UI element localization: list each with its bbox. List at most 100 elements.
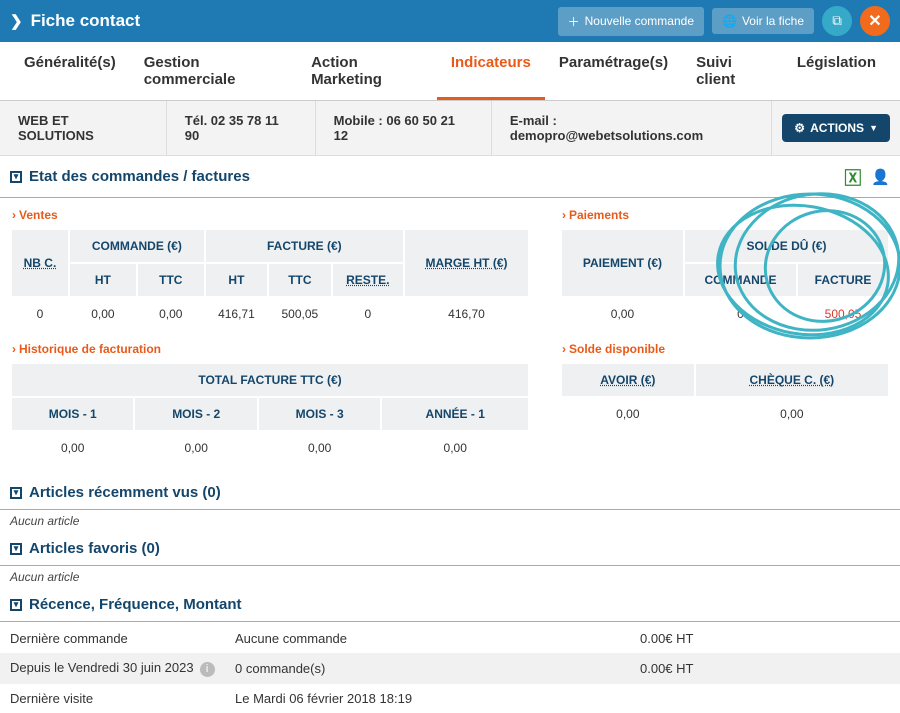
section-orders-title: ▾ Etat des commandes / factures 🅇 👤 xyxy=(0,156,900,198)
tab-marketing[interactable]: Action Marketing xyxy=(297,42,437,100)
paiements-table: PAIEMENT (€) SOLDE DÛ (€) COMMANDE FACTU… xyxy=(560,228,890,332)
tab-general[interactable]: Généralité(s) xyxy=(10,42,130,100)
table-row: 0,00 0,00 xyxy=(561,397,889,431)
section-rfm-title: ▾ Récence, Fréquence, Montant xyxy=(0,588,900,622)
recent-empty: Aucun article xyxy=(0,510,900,532)
col-a1: ANNÉE - 1 xyxy=(381,397,529,431)
col-reste: RESTE. xyxy=(332,263,404,297)
ventes-title: ›Ventes xyxy=(10,202,530,228)
cell-m2: 0,00 xyxy=(134,431,257,465)
collapse-icon[interactable]: ▾ xyxy=(10,171,22,183)
company-name: WEB ET SOLUTIONS xyxy=(0,101,167,155)
cell-pai: 0,00 xyxy=(561,297,684,331)
cell-s-fact: 500,05 xyxy=(797,297,889,331)
page-title: ❯ Fiche contact xyxy=(10,11,550,31)
col-c-ht: HT xyxy=(69,263,137,297)
cell-avoir: 0,00 xyxy=(561,397,695,431)
cell-c-ttc: 0,00 xyxy=(137,297,205,331)
new-order-label: Nouvelle commande xyxy=(585,14,694,28)
actions-label: ACTIONS xyxy=(810,121,864,135)
ventes-table: NB C. COMMANDE (€) FACTURE (€) MARGE HT … xyxy=(10,228,530,332)
cell-c-ht: 0,00 xyxy=(69,297,137,331)
table-row: 0 0,00 0,00 416,71 500,05 0 416,70 xyxy=(11,297,529,331)
rfm-table: Dernière commande Aucune commande 0.00€ … xyxy=(0,624,900,713)
rfm-r1-mid: Aucune commande xyxy=(225,624,630,653)
cell-f-ht: 416,71 xyxy=(205,297,268,331)
collapse-icon[interactable]: ▾ xyxy=(10,543,22,555)
phone: Tél. 02 35 78 11 90 xyxy=(167,101,316,155)
contact-info-bar: WEB ET SOLUTIONS Tél. 02 35 78 11 90 Mob… xyxy=(0,101,900,156)
paiements-title: ›Paiements xyxy=(560,202,890,228)
col-m1: MOIS - 1 xyxy=(11,397,134,431)
new-order-button[interactable]: ＋ Nouvelle commande xyxy=(558,7,704,36)
close-button[interactable]: ✕ xyxy=(860,6,890,36)
gear-icon: ⚙ xyxy=(794,121,805,135)
col-cheque: CHÈQUE C. (€) xyxy=(695,363,889,397)
col-c-ttc: TTC xyxy=(137,263,205,297)
rfm-r3-mid: Le Mardi 06 février 2018 18:19 xyxy=(225,684,630,713)
historique-title: ›Historique de facturation xyxy=(10,336,530,362)
cell-cheque: 0,00 xyxy=(695,397,889,431)
collapse-icon[interactable]: ▾ xyxy=(10,599,22,611)
cell-m3: 0,00 xyxy=(258,431,381,465)
solde-panel: ›Solde disponible AVOIR (€) CHÈQUE C. (€… xyxy=(560,336,890,466)
fav-empty: Aucun article xyxy=(0,566,900,588)
section-fav-title: ▾ Articles favoris (0) xyxy=(0,532,900,566)
copy-icon: ⧉ xyxy=(832,13,842,29)
actions-button[interactable]: ⚙ ACTIONS ▼ xyxy=(782,114,890,142)
title-text: Fiche contact xyxy=(31,11,141,31)
rfm-r1-right: 0.00€ HT xyxy=(630,624,900,653)
tab-indicateurs[interactable]: Indicateurs xyxy=(437,42,545,100)
collapse-icon[interactable]: ▾ xyxy=(10,487,22,499)
copy-button[interactable]: ⧉ xyxy=(822,6,852,36)
col-s-facture: FACTURE xyxy=(797,263,889,297)
cell-m1: 0,00 xyxy=(11,431,134,465)
col-s-commande: COMMANDE xyxy=(684,263,797,297)
tab-suivi[interactable]: Suivi client xyxy=(682,42,783,100)
section-recent-title: ▾ Articles récemment vus (0) xyxy=(0,476,900,510)
user-icon[interactable]: 👤 xyxy=(871,168,890,186)
tab-gestion[interactable]: Gestion commerciale xyxy=(130,42,297,100)
cell-reste: 0 xyxy=(332,297,404,331)
rfm-r1-label: Dernière commande xyxy=(0,624,225,653)
view-record-label: Voir la fiche xyxy=(742,14,804,28)
paiements-panel: ›Paiements PAIEMENT (€) SOLDE DÛ (€) COM… xyxy=(560,202,890,332)
rfm-r2-mid: 0 commande(s) xyxy=(225,653,630,684)
excel-export-icon[interactable]: 🅇 xyxy=(844,164,861,189)
cell-a1: 0,00 xyxy=(381,431,529,465)
mobile: Mobile : 06 60 50 21 12 xyxy=(316,101,492,155)
col-commande: COMMANDE (€) xyxy=(69,229,205,263)
tab-param[interactable]: Paramétrage(s) xyxy=(545,42,682,100)
recent-label: Articles récemment vus (0) xyxy=(29,484,221,501)
rfm-label: Récence, Fréquence, Montant xyxy=(29,596,242,613)
section-orders-label: Etat des commandes / factures xyxy=(29,168,250,185)
tab-legis[interactable]: Législation xyxy=(783,42,890,100)
cell-f-ttc: 500,05 xyxy=(268,297,331,331)
rfm-r3-label: Dernière visite xyxy=(0,684,225,713)
col-m2: MOIS - 2 xyxy=(134,397,257,431)
header-bar: ❯ Fiche contact ＋ Nouvelle commande 🌐 Vo… xyxy=(0,0,900,42)
email: E-mail : demopro@webetsolutions.com xyxy=(492,101,772,155)
rfm-r2-right: 0.00€ HT xyxy=(630,653,900,684)
globe-icon: 🌐 xyxy=(722,14,737,28)
solde-table: AVOIR (€) CHÈQUE C. (€) 0,00 0,00 xyxy=(560,362,890,432)
historique-panel: ›Historique de facturation TOTAL FACTURE… xyxy=(10,336,530,466)
col-nbc: NB C. xyxy=(11,229,69,297)
cell-s-cmd: 0 xyxy=(684,297,797,331)
table-row: 0,00 0,00 0,00 0,00 xyxy=(11,431,529,465)
rfm-r2-label: Depuis le Vendredi 30 juin 2023i xyxy=(0,653,225,684)
table-row: 0,00 0 500,05 xyxy=(561,297,889,331)
close-icon: ✕ xyxy=(868,11,881,31)
plus-icon: ＋ xyxy=(568,13,580,30)
view-record-button[interactable]: 🌐 Voir la fiche xyxy=(712,8,814,34)
col-facture: FACTURE (€) xyxy=(205,229,404,263)
col-f-ht: HT xyxy=(205,263,268,297)
col-f-ttc: TTC xyxy=(268,263,331,297)
rfm-r3-right xyxy=(630,684,900,713)
caret-down-icon: ▼ xyxy=(869,123,878,133)
table-row: Dernière commande Aucune commande 0.00€ … xyxy=(0,624,900,653)
col-marge: MARGE HT (€) xyxy=(404,229,529,297)
table-row: Depuis le Vendredi 30 juin 2023i 0 comma… xyxy=(0,653,900,684)
cell-nbc: 0 xyxy=(11,297,69,331)
historique-table: TOTAL FACTURE TTC (€) MOIS - 1 MOIS - 2 … xyxy=(10,362,530,466)
